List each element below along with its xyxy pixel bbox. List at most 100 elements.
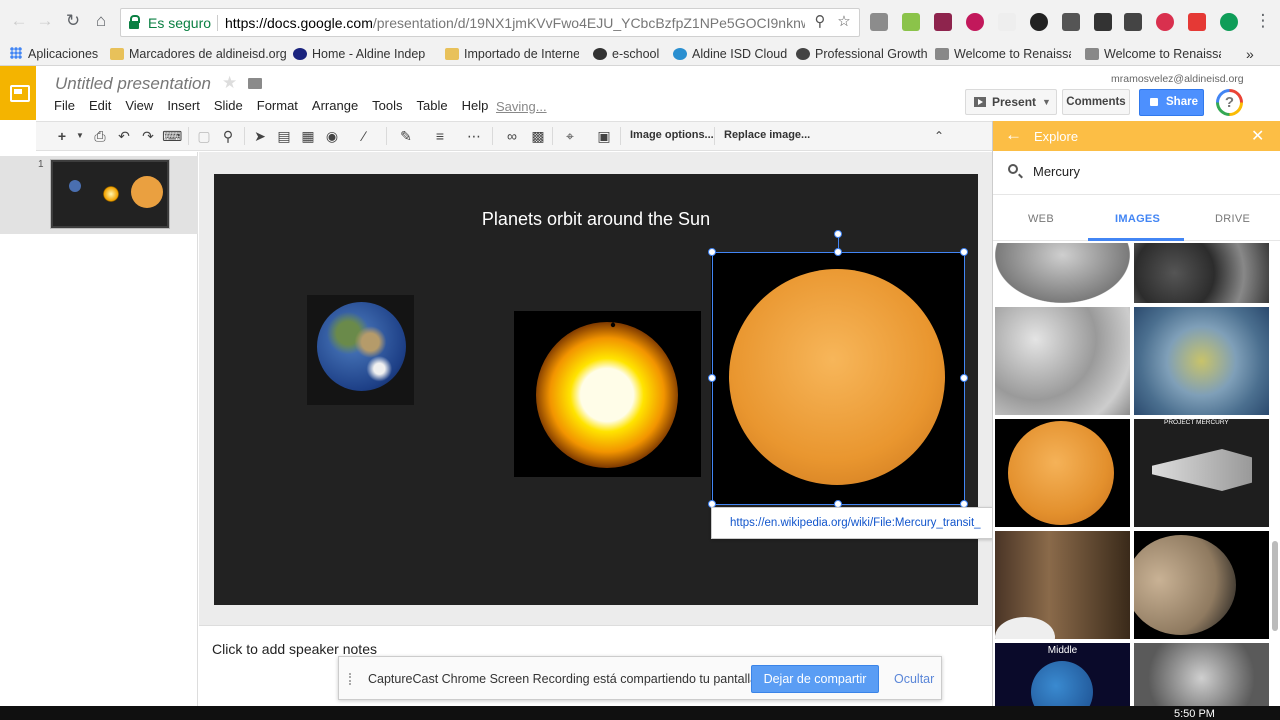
resize-handle-ne[interactable] — [960, 248, 968, 256]
chevron-down-icon[interactable]: ▼ — [1042, 90, 1051, 114]
image-icon[interactable]: ▦ — [298, 126, 318, 146]
bookmark-item[interactable]: Professional Growth — [796, 44, 928, 66]
slide-title[interactable]: Planets orbit around the Sun — [214, 209, 978, 230]
image-result-planets[interactable]: Middle — [995, 643, 1130, 713]
help-icon[interactable] — [1216, 89, 1243, 116]
extension-5-icon[interactable] — [998, 13, 1016, 31]
resize-handle-w[interactable] — [708, 374, 716, 382]
image-result-rocks[interactable] — [1134, 643, 1269, 713]
sun-image[interactable] — [514, 311, 701, 477]
extension-6-icon[interactable] — [1030, 13, 1048, 31]
extension-9-icon[interactable] — [1124, 13, 1142, 31]
image-options-button[interactable]: Image options... — [630, 129, 714, 141]
print-icon[interactable]: ⎙ — [90, 126, 110, 146]
border-weight-icon[interactable]: ≡ — [430, 126, 450, 146]
bookmark-item[interactable]: Home - Aldine Indep — [293, 44, 433, 66]
qr-icon[interactable] — [1094, 13, 1112, 31]
back-icon[interactable]: ← — [8, 10, 30, 32]
menu-arrange[interactable]: Arrange — [312, 98, 358, 113]
image-result-orange-mercury[interactable] — [995, 419, 1130, 527]
comments-button[interactable]: Comments — [1062, 89, 1130, 115]
menu-insert[interactable]: Insert — [167, 98, 200, 113]
undo-icon[interactable]: ↶ — [114, 126, 134, 146]
menu-tools[interactable]: Tools — [372, 98, 402, 113]
profile-icon[interactable] — [1220, 13, 1238, 31]
bookmark-item[interactable]: Importado de Interne — [445, 44, 579, 66]
menu-edit[interactable]: Edit — [89, 98, 111, 113]
extension-2-icon[interactable] — [902, 13, 920, 31]
resize-handle-nw[interactable] — [708, 248, 716, 256]
document-title[interactable]: Untitled presentation — [55, 74, 211, 94]
extension-1-icon[interactable] — [870, 13, 888, 31]
collapse-toolbar-icon[interactable]: ⌃ — [929, 126, 949, 146]
zoom-icon[interactable]: ⚲ — [218, 126, 238, 146]
pencil-icon[interactable] — [1188, 13, 1206, 31]
tab-web[interactable]: WEB — [1028, 213, 1054, 225]
save-status[interactable]: Saving... — [496, 99, 547, 114]
tab-images[interactable]: IMAGES — [1115, 213, 1160, 225]
chevron-down-icon[interactable]: ▼ — [70, 126, 90, 146]
new-slide-icon[interactable]: + — [52, 126, 72, 146]
url-text[interactable]: https://docs.google.com/presentation/d/1… — [225, 15, 805, 31]
extension-3-icon[interactable] — [934, 13, 952, 31]
bookmark-item[interactable]: Marcadores de aldineisd.org — [110, 44, 287, 66]
explore-search-input[interactable] — [1033, 164, 1263, 179]
close-icon[interactable]: ✕ — [1251, 126, 1264, 146]
image-result-color-map[interactable] — [1134, 307, 1269, 415]
bookmark-apps[interactable]: Aplicaciones — [10, 44, 98, 66]
redo-icon[interactable]: ↷ — [138, 126, 158, 146]
zoom-icon[interactable]: ⚲ — [811, 13, 829, 31]
link-icon[interactable]: ∞ — [502, 126, 522, 146]
select-cursor-icon[interactable]: ➤ — [250, 126, 270, 146]
image-result-capsule[interactable]: PROJECT MERCURY — [1134, 419, 1269, 527]
shape-icon[interactable]: ◉ — [322, 126, 342, 146]
border-color-icon[interactable]: ✎ — [396, 126, 416, 146]
user-email[interactable]: mramosvelez@aldineisd.org — [1111, 73, 1244, 85]
menu-format[interactable]: Format — [257, 98, 298, 113]
slides-logo[interactable] — [0, 66, 36, 120]
star-icon[interactable]: ★ — [222, 73, 237, 93]
paint-format-icon[interactable]: ⌨ — [162, 126, 182, 146]
hide-button[interactable]: Ocultar — [894, 672, 934, 686]
text-box-icon[interactable]: ▤ — [274, 126, 294, 146]
mask-image-icon[interactable]: ▣ — [594, 126, 614, 146]
stop-sharing-button[interactable]: Dejar de compartir — [751, 665, 879, 693]
fit-icon[interactable]: ▢ — [194, 126, 214, 146]
image-result-coin[interactable] — [995, 243, 1130, 303]
image-result-crescent[interactable] — [1134, 531, 1269, 639]
image-result-craters[interactable] — [1134, 243, 1269, 303]
reload-icon[interactable]: ↻ — [62, 10, 84, 32]
share-button[interactable]: Share — [1139, 89, 1204, 116]
border-dash-icon[interactable]: ⋯ — [464, 126, 484, 146]
menu-file[interactable]: File — [54, 98, 75, 113]
link-tooltip[interactable]: https://en.wikipedia.org/wiki/File:Mercu… — [711, 507, 993, 539]
crop-icon[interactable]: ⌖ — [560, 126, 580, 146]
menu-slide[interactable]: Slide — [214, 98, 243, 113]
present-button[interactable]: Present ▼ — [965, 89, 1057, 115]
forward-icon[interactable]: → — [34, 10, 56, 32]
image-result-surface[interactable] — [995, 307, 1130, 415]
bookmark-item[interactable]: Welcome to Renaissa — [935, 44, 1071, 66]
drag-handle[interactable] — [349, 673, 353, 685]
bookmark-item[interactable]: e-school — [593, 44, 659, 66]
image-result-statue[interactable] — [995, 531, 1130, 639]
extension-7-icon[interactable] — [1062, 13, 1080, 31]
line-icon[interactable]: ∕ — [354, 126, 374, 146]
back-arrow-icon[interactable]: ← — [1005, 125, 1022, 145]
menu-table[interactable]: Table — [417, 98, 448, 113]
tooltip-link[interactable]: https://en.wikipedia.org/wiki/File:Mercu… — [730, 517, 981, 529]
address-bar[interactable]: Es seguro https://docs.google.com/presen… — [120, 8, 860, 37]
extension-4-icon[interactable] — [966, 13, 984, 31]
comment-icon[interactable]: ▩ — [528, 126, 548, 146]
resize-handle-n[interactable] — [834, 248, 842, 256]
menu-view[interactable]: View — [125, 98, 153, 113]
tab-drive[interactable]: DRIVE — [1215, 213, 1250, 225]
more-bookmarks-button[interactable]: » — [1246, 44, 1254, 66]
menu-help[interactable]: Help — [462, 98, 489, 113]
slide-thumbnail[interactable] — [50, 159, 170, 229]
bookmark-item[interactable]: Aldine ISD Cloud — [673, 44, 787, 66]
bookmark-star-icon[interactable]: ☆ — [835, 13, 853, 31]
pinterest-icon[interactable] — [1156, 13, 1174, 31]
replace-image-button[interactable]: Replace image... — [724, 129, 810, 141]
rotate-handle[interactable] — [834, 230, 842, 238]
